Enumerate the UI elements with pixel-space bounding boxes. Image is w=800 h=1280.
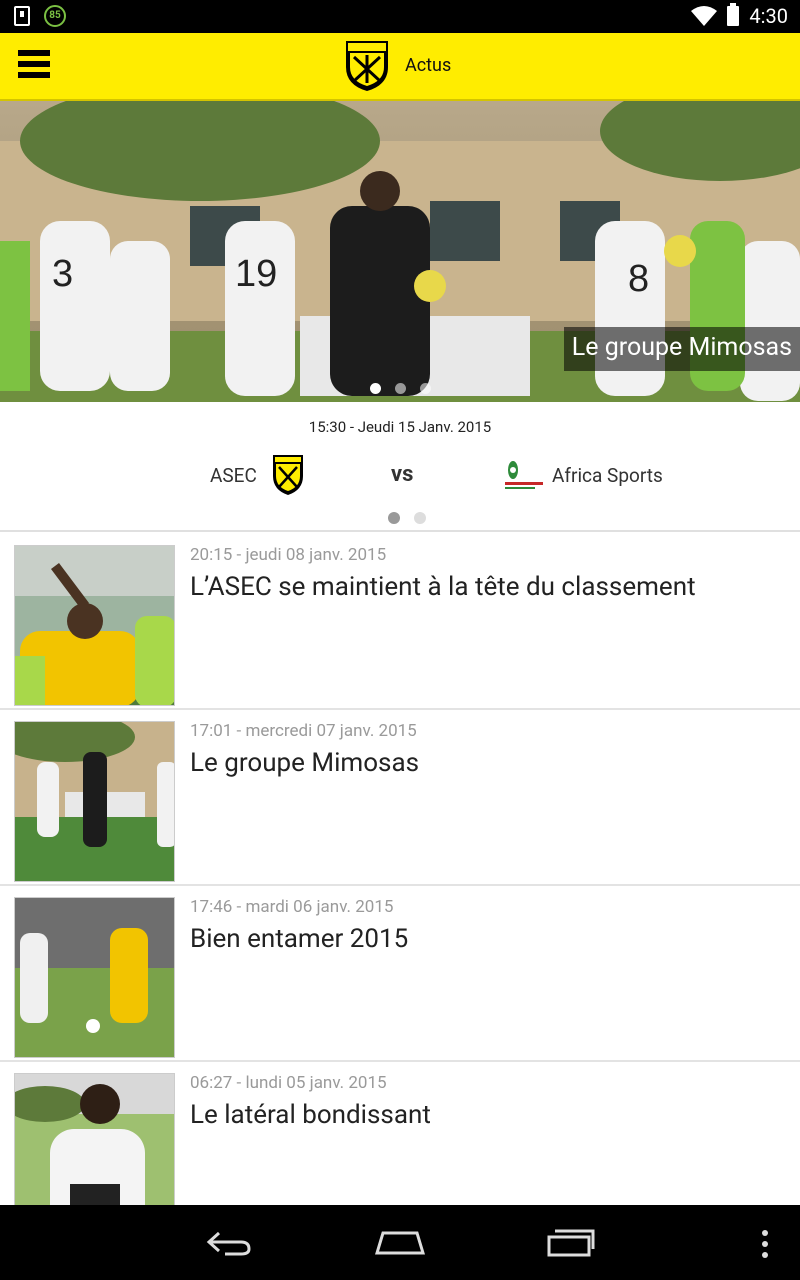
- news-thumbnail: [14, 545, 175, 706]
- wifi-icon: [691, 6, 718, 26]
- carousel-dot: [369, 383, 381, 394]
- battery-icon: [727, 3, 740, 26]
- recents-icon[interactable]: [547, 1227, 595, 1257]
- match-datetime: 15:30 - Jeudi 15 Janv. 2015: [308, 418, 492, 436]
- list-item[interactable]: 17:46 - mardi 06 janv. 2015 Bien entamer…: [0, 886, 800, 1062]
- news-date: 20:15 - jeudi 08 janv. 2015: [190, 545, 387, 565]
- news-list: 20:15 - jeudi 08 janv. 2015 L’ASEC se ma…: [0, 534, 800, 1238]
- versus-label: vs: [391, 462, 414, 487]
- match-card[interactable]: 15:30 - Jeudi 15 Janv. 2015 ASEC vs Afri…: [0, 402, 800, 532]
- overflow-menu-icon[interactable]: [760, 1229, 770, 1259]
- download-icon: [14, 6, 30, 26]
- news-date: 17:46 - mardi 06 janv. 2015: [190, 897, 394, 917]
- match-pager-indicator: [388, 512, 426, 524]
- news-thumbnail: [14, 897, 175, 1058]
- news-title: Le groupe Mimosas: [190, 748, 420, 778]
- pager-dot: [388, 512, 400, 524]
- featured-carousel[interactable]: 3 19 8 Le groupe Mimosas: [0, 101, 800, 402]
- list-item[interactable]: 17:01 - mercredi 07 janv. 2015 Le groupe…: [0, 710, 800, 886]
- news-title: L’ASEC se maintient à la tête du classem…: [190, 572, 696, 602]
- system-nav-bar: [0, 1205, 800, 1280]
- news-thumbnail: [14, 721, 175, 882]
- svg-text:8: 8: [628, 258, 649, 300]
- hamburger-icon[interactable]: [18, 50, 50, 80]
- pager-dot: [414, 512, 426, 524]
- africa-sports-crest-icon: [505, 461, 543, 489]
- action-bar: Actus: [0, 33, 800, 101]
- back-icon[interactable]: [205, 1229, 253, 1257]
- home-icon[interactable]: [375, 1227, 425, 1257]
- list-item[interactable]: 20:15 - jeudi 08 janv. 2015 L’ASEC se ma…: [0, 534, 800, 710]
- news-title: Le latéral bondissant: [190, 1100, 431, 1130]
- clock: 4:30: [749, 4, 788, 28]
- club-logo[interactable]: [344, 39, 390, 93]
- carousel-indicator: [0, 383, 800, 394]
- carousel-dot: [394, 383, 406, 394]
- news-date: 17:01 - mercredi 07 janv. 2015: [190, 721, 417, 741]
- svg-text:19: 19: [235, 253, 277, 295]
- news-date: 06:27 - lundi 05 janv. 2015: [190, 1073, 387, 1093]
- asec-crest-icon: [273, 455, 303, 495]
- status-bar: 85 4:30: [0, 0, 800, 33]
- news-title: Bien entamer 2015: [190, 924, 409, 954]
- home-team-name: ASEC: [210, 464, 257, 487]
- screen-title: Actus: [405, 55, 452, 76]
- carousel-dot: [419, 383, 431, 394]
- away-team-name: Africa Sports: [552, 464, 663, 487]
- hero-caption[interactable]: Le groupe Mimosas: [563, 327, 800, 371]
- notification-badge: 85: [44, 5, 66, 27]
- svg-text:3: 3: [52, 253, 73, 295]
